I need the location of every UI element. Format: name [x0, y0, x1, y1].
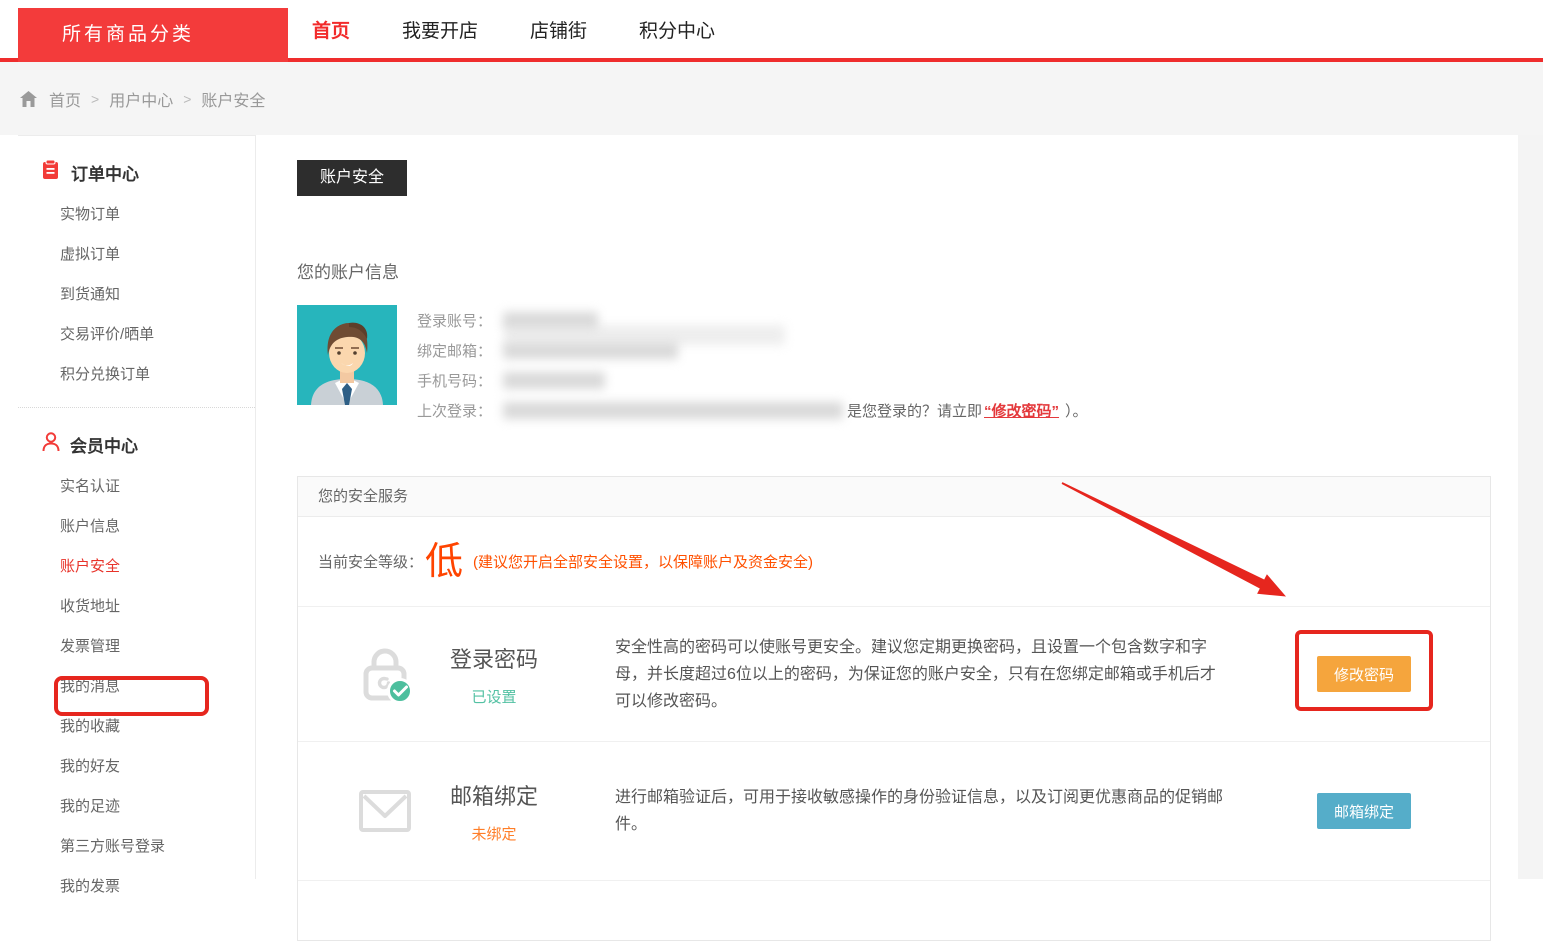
sidebar-section-orders: 订单中心 实物订单 虚拟订单 到货通知 交易评价/晒单 积分兑换订单: [18, 136, 255, 408]
sidebar-item-invoice-management[interactable]: 发票管理: [18, 627, 255, 667]
breadcrumb-home[interactable]: 首页: [49, 87, 81, 111]
breadcrumb-user-center[interactable]: 用户中心: [109, 87, 173, 111]
field-last-login: 上次登录： 是您登录的？请立即 “修改密码” ）。: [417, 395, 1088, 425]
all-categories-button[interactable]: 所有商品分类: [18, 8, 288, 62]
login-password-row: 登录密码 已设置 安全性高的密码可以使账号更安全。建议您定期更换密码，且设置一个…: [298, 607, 1490, 741]
sidebar-item-account-info[interactable]: 账户信息: [18, 507, 255, 547]
service-status: 未绑定: [439, 823, 549, 844]
email-binding-title-col: 邮箱绑定 未绑定: [439, 779, 549, 844]
service-title: 邮箱绑定: [439, 779, 549, 811]
home-icon: [20, 91, 37, 107]
member-icon: [42, 432, 60, 457]
sidebar-item-my-invoices[interactable]: 我的发票: [18, 867, 255, 907]
security-services-header: 您的安全服务: [298, 477, 1490, 517]
redacted-value: [503, 372, 605, 389]
sidebar-item-real-name-auth[interactable]: 实名认证: [18, 467, 255, 507]
sidebar-item-my-friends[interactable]: 我的好友: [18, 747, 255, 787]
sidebar-section-member-header: 会员中心: [18, 418, 255, 467]
nav-menu: 首页 我要开店 店铺街 积分中心: [312, 0, 715, 58]
sidebar-item-my-messages[interactable]: 我的消息: [18, 667, 255, 707]
change-password-button[interactable]: 修改密码: [1317, 656, 1411, 692]
security-level-row: 当前安全等级： 低 (建议您开启全部安全设置，以保障账户及资金安全): [298, 517, 1490, 607]
sidebar-item-my-favorites[interactable]: 我的收藏: [18, 707, 255, 747]
redacted-value: [503, 312, 598, 329]
nav-item-home[interactable]: 首页: [312, 16, 350, 43]
security-level-label: 当前安全等级：: [318, 551, 423, 572]
field-label: 登录账号：: [417, 310, 501, 331]
main-content: 账户安全 您的账户信息: [297, 135, 1491, 941]
breadcrumb-separator: >: [183, 91, 191, 107]
field-label: 手机号码：: [417, 370, 501, 391]
account-info-title: 您的账户信息: [297, 258, 1491, 283]
login-password-title-col: 登录密码 已设置: [439, 642, 549, 707]
sidebar-section-title: 会员中心: [70, 432, 138, 457]
breadcrumb-band: 首页 > 用户中心 > 账户安全: [0, 62, 1543, 135]
sidebar-section-orders-header: 订单中心: [18, 146, 255, 195]
sidebar-item-arrival-notice[interactable]: 到货通知: [18, 275, 255, 315]
security-services-box: 您的安全服务 当前安全等级： 低 (建议您开启全部安全设置，以保障账户及资金安全…: [297, 476, 1491, 941]
sidebar-item-shipping-address[interactable]: 收货地址: [18, 587, 255, 627]
top-nav: 所有商品分类 首页 我要开店 店铺街 积分中心: [0, 0, 1543, 62]
sidebar-item-third-party-login[interactable]: 第三方账号登录: [18, 827, 255, 867]
order-icon: [42, 160, 61, 185]
sidebar-section-title: 订单中心: [71, 160, 139, 185]
nav-item-shop-street[interactable]: 店铺街: [530, 16, 587, 43]
next-service-row-clipped: [298, 880, 1490, 940]
sidebar: 订单中心 实物订单 虚拟订单 到货通知 交易评价/晒单 积分兑换订单 会员中心 …: [18, 135, 256, 879]
service-status: 已设置: [439, 686, 549, 707]
lock-icon: [353, 642, 417, 706]
sidebar-item-reviews[interactable]: 交易评价/晒单: [18, 315, 255, 355]
service-description: 安全性高的密码可以使账号更安全。建议您定期更换密码，且设置一个包含数字和字母，并…: [615, 634, 1227, 715]
nav-item-open-shop[interactable]: 我要开店: [402, 16, 478, 43]
redacted-value: [503, 402, 843, 419]
service-title: 登录密码: [439, 642, 549, 674]
sidebar-order-list: 实物订单 虚拟订单 到货通知 交易评价/晒单 积分兑换订单: [18, 195, 255, 395]
field-label: 上次登录：: [417, 400, 501, 421]
account-info-block: 登录账号： 绑定邮箱： 手机号码： 上次登录： 是您登录的？请立即 “修改密码”…: [297, 305, 1491, 425]
breadcrumb-separator: >: [91, 91, 99, 107]
nav-item-points-center[interactable]: 积分中心: [639, 16, 715, 43]
bind-email-button[interactable]: 邮箱绑定: [1317, 793, 1411, 829]
account-security-page: 所有商品分类 首页 我要开店 店铺街 积分中心 首页 > 用户中心 > 账户安全: [0, 0, 1543, 879]
sidebar-item-points-orders[interactable]: 积分兑换订单: [18, 355, 255, 395]
page-right-gutter: [1518, 135, 1543, 879]
mail-icon: [353, 790, 417, 832]
redacted-value: [503, 342, 678, 359]
security-level-tip: (建议您开启全部安全设置，以保障账户及资金安全): [473, 551, 813, 572]
security-level-value: 低: [425, 543, 463, 581]
sidebar-item-my-footprints[interactable]: 我的足迹: [18, 787, 255, 827]
change-password-link[interactable]: “修改密码”: [984, 400, 1059, 421]
breadcrumb: 首页 > 用户中心 > 账户安全: [20, 62, 265, 135]
service-description: 进行邮箱验证后，可用于接收敏感操作的身份验证信息，以及订阅更优惠商品的促销邮件。: [615, 784, 1227, 838]
sidebar-section-member: 会员中心 实名认证 账户信息 账户安全 收货地址 发票管理 我的消息 我的收藏 …: [18, 408, 255, 907]
email-binding-row: 邮箱绑定 未绑定 进行邮箱验证后，可用于接收敏感操作的身份验证信息，以及订阅更优…: [298, 741, 1490, 880]
account-fields: 登录账号： 绑定邮箱： 手机号码： 上次登录： 是您登录的？请立即 “修改密码”…: [417, 305, 1088, 425]
sidebar-item-physical-orders[interactable]: 实物订单: [18, 195, 255, 235]
sidebar-item-account-security[interactable]: 账户安全: [18, 547, 255, 587]
avatar: [297, 305, 397, 405]
last-login-tail: 是您登录的？请立即: [847, 400, 982, 421]
field-label: 绑定邮箱：: [417, 340, 501, 361]
field-mobile: 手机号码：: [417, 365, 1088, 395]
page-title: 账户安全: [297, 160, 407, 196]
last-login-after: ）。: [1065, 400, 1088, 421]
sidebar-item-virtual-orders[interactable]: 虚拟订单: [18, 235, 255, 275]
breadcrumb-account-security: 账户安全: [201, 87, 265, 111]
sidebar-member-list: 实名认证 账户信息 账户安全 收货地址 发票管理 我的消息 我的收藏 我的好友 …: [18, 467, 255, 907]
